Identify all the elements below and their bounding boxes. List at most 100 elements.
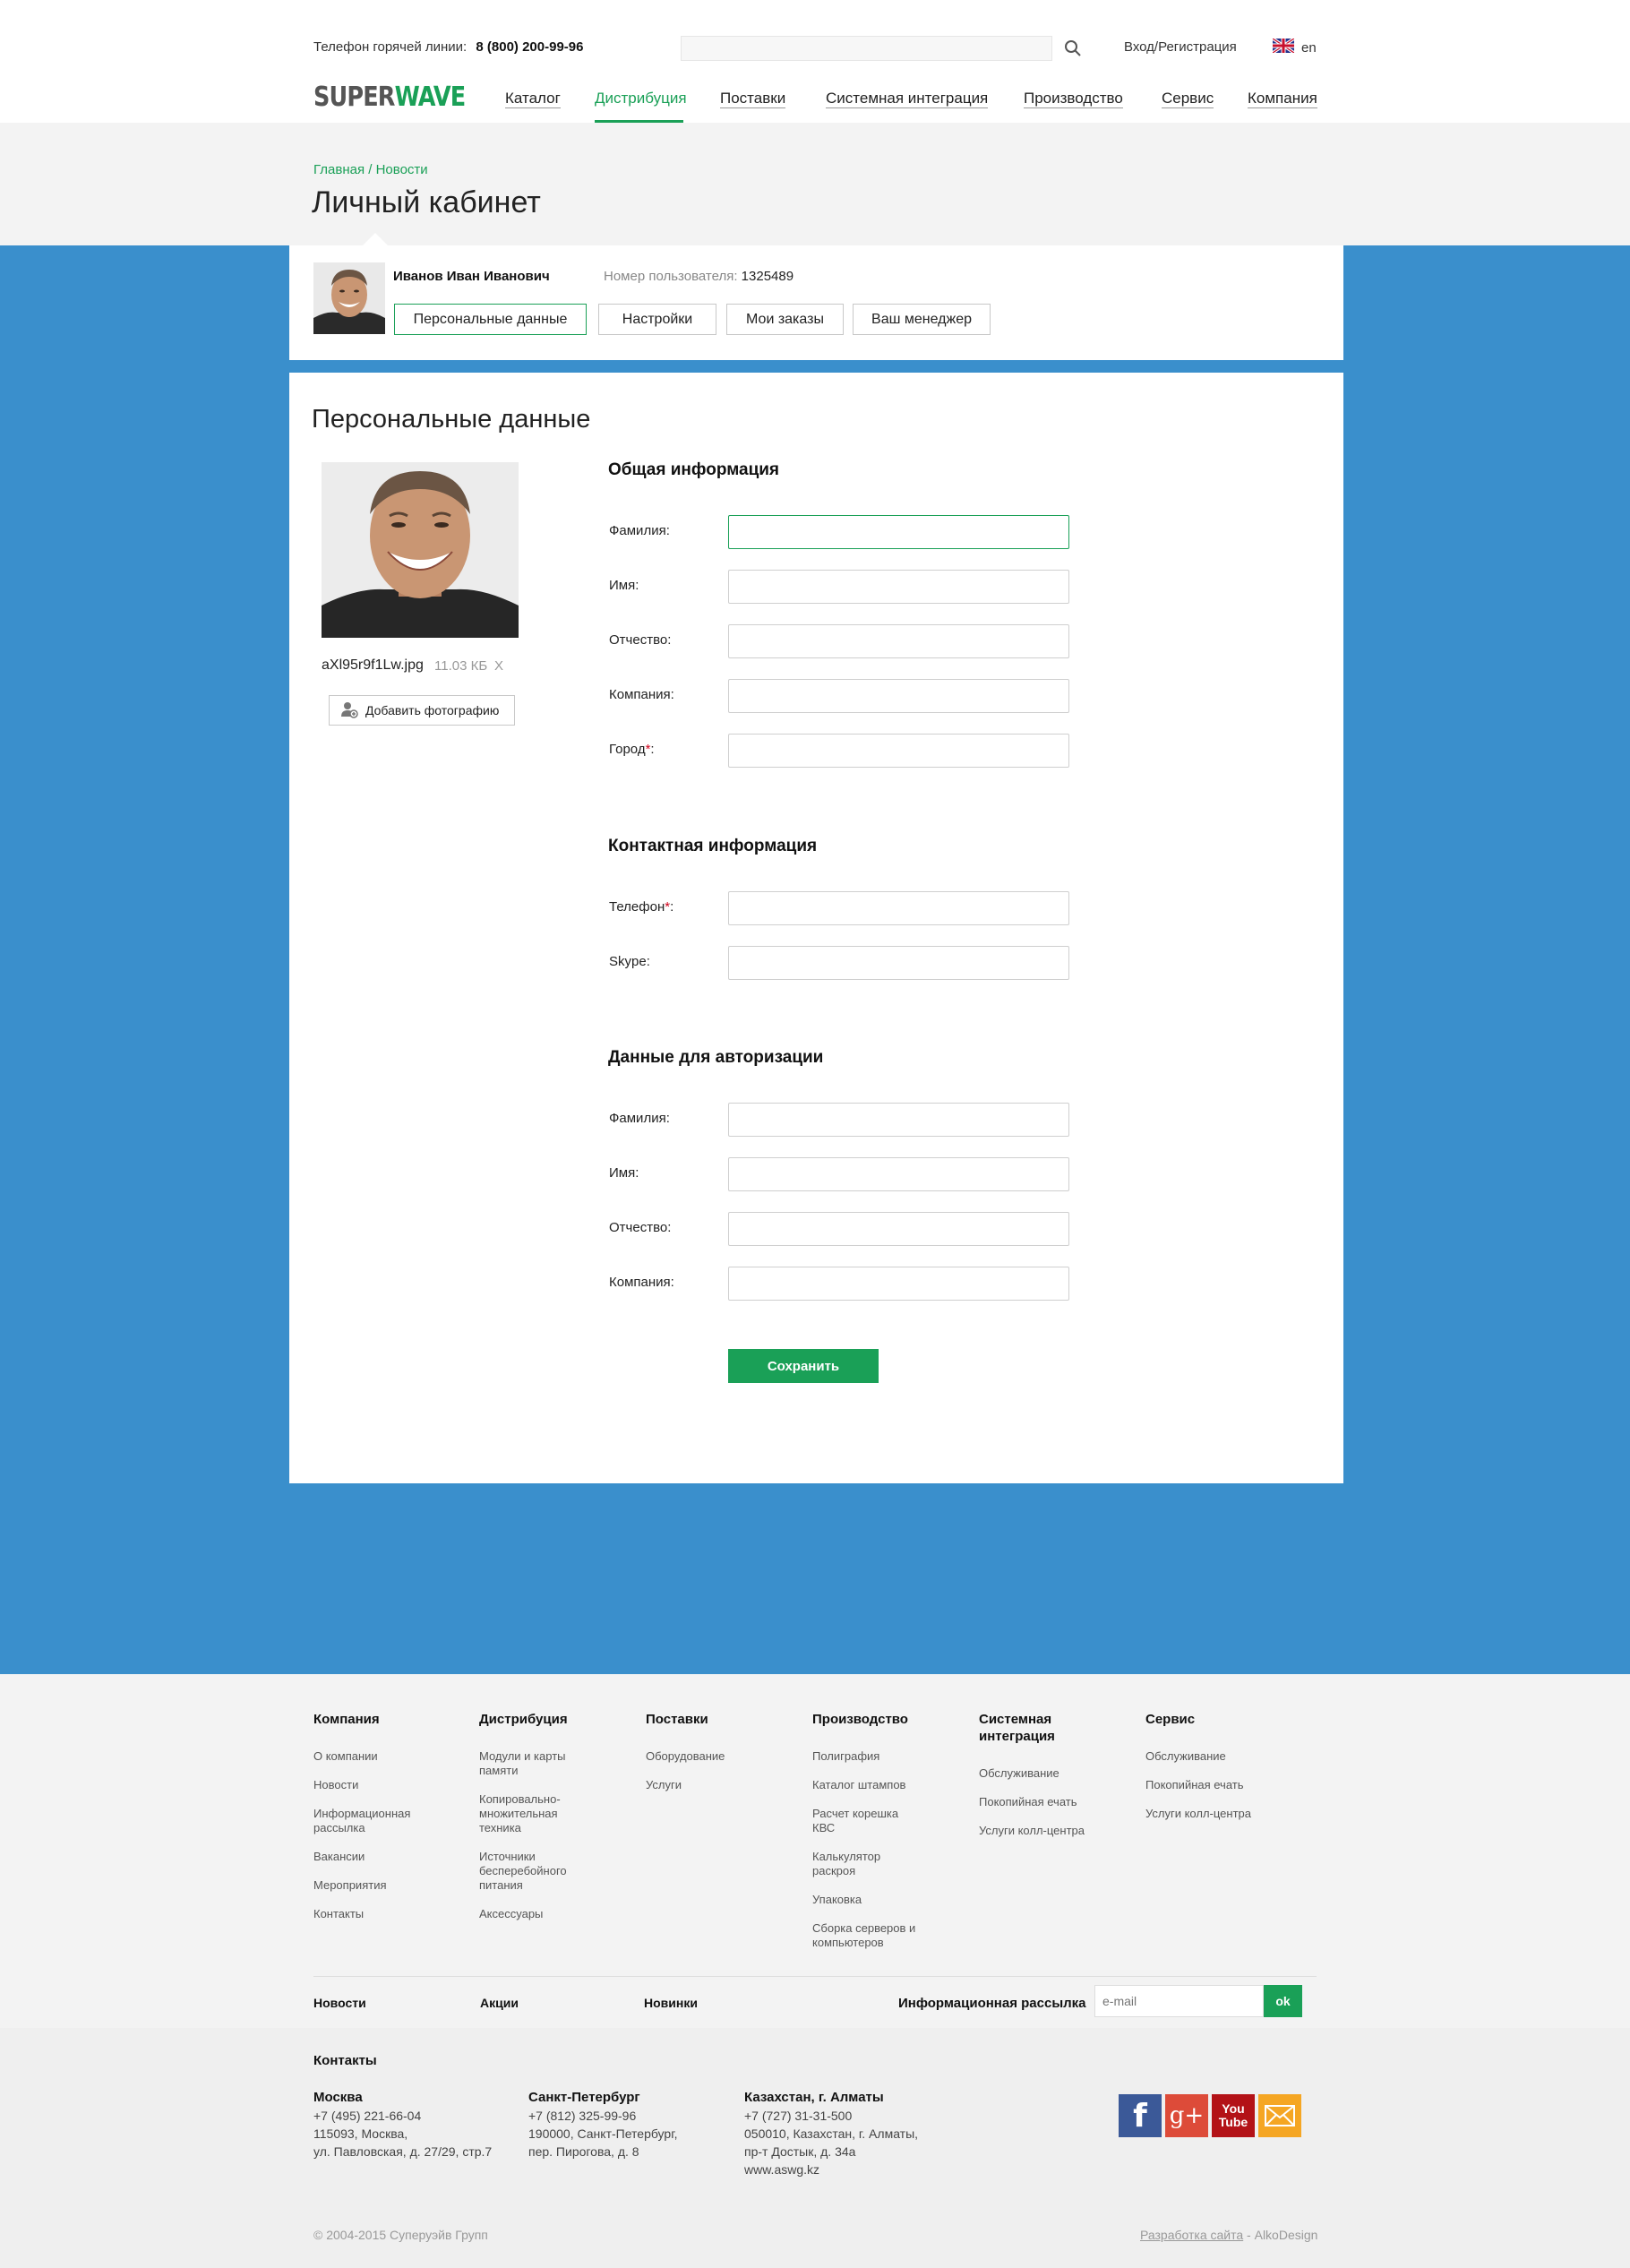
save-button[interactable]: Сохранить [728, 1349, 879, 1383]
mail-icon[interactable] [1258, 2094, 1301, 2137]
photo-file-name: aXl95r9f1Lw.jpg [322, 657, 424, 673]
company-input[interactable] [728, 679, 1069, 713]
facebook-icon[interactable]: f [1119, 2094, 1162, 2137]
tab-settings[interactable]: Настройки [598, 304, 716, 335]
google-plus-icon[interactable]: g+ [1165, 2094, 1208, 2137]
label-colon: : [670, 899, 674, 915]
footer-promotions-link[interactable]: Акции [480, 1996, 519, 2010]
footer-link[interactable]: Покопийная ечать [979, 1795, 1131, 1809]
youtube-icon[interactable]: You Tube [1212, 2094, 1255, 2137]
language-switch[interactable]: en [1272, 37, 1317, 56]
footer-column-title: Системная интеграция [979, 1712, 1055, 1744]
nav-item-system-integration[interactable]: Системная интеграция [826, 90, 989, 108]
tab-my-orders[interactable]: Мои заказы [726, 304, 844, 335]
login-register-link[interactable]: Вход/Регистрация [1124, 39, 1237, 55]
footer-new-items-link[interactable]: Новинки [644, 1996, 698, 2010]
contact-almaty: Казахстан, г. Алматы +7 (727) 31-31-500 … [744, 2089, 950, 2178]
contact-line: +7 (812) 325-99-96 [528, 2109, 637, 2123]
nav-item-supplies[interactable]: Поставки [720, 90, 786, 108]
patronymic-input[interactable] [728, 624, 1069, 658]
nav-item-production[interactable]: Производство [1024, 90, 1123, 108]
main-nav: Каталог Дистрибуция Поставки Системная и… [0, 90, 1630, 123]
footer-link[interactable]: Источники бесперебойного питания [479, 1850, 578, 1893]
footer-link[interactable]: Копировально-множительная техника [479, 1792, 569, 1835]
auth-patronymic-input[interactable] [728, 1212, 1069, 1246]
footer-link[interactable]: Полиграфия [812, 1749, 965, 1764]
nav-item-distribution[interactable]: Дистрибуция [595, 90, 687, 107]
tab-your-manager[interactable]: Ваш менеджер [853, 304, 991, 335]
phone-input[interactable] [728, 891, 1069, 925]
footer-link[interactable]: Упаковка [812, 1893, 965, 1907]
footer-column-title: Поставки [646, 1712, 708, 1727]
footer-column-title: Сервис [1145, 1712, 1196, 1727]
newsletter-label: Информационная рассылка [898, 1996, 1086, 2011]
city-input[interactable] [728, 734, 1069, 768]
profile-photo [322, 462, 519, 638]
auth-company-input[interactable] [728, 1267, 1069, 1301]
footer-link[interactable]: Мероприятия [313, 1878, 466, 1893]
footer-link[interactable]: Оборудование [646, 1749, 798, 1764]
footer-column-supplies: Поставки Оборудование Услуги [646, 1711, 798, 1807]
section-title: Персональные данные [312, 405, 591, 434]
newsletter-ok-button[interactable]: ok [1264, 1985, 1302, 2017]
user-number: Номер пользователя: 1325489 [604, 269, 794, 284]
nav-item-catalog[interactable]: Каталог [505, 90, 561, 108]
footer-link[interactable]: Услуги [646, 1778, 798, 1792]
footer-link[interactable]: Каталог штампов [812, 1778, 965, 1792]
photo-remove-button[interactable]: X [494, 658, 503, 674]
youtube-glyph-top: You [1222, 2101, 1245, 2116]
footer-link[interactable]: Обслуживание [1145, 1749, 1298, 1764]
footer-column-service: Сервис Обслуживание Покопийная ечать Усл… [1145, 1711, 1298, 1835]
developer-link[interactable]: Разработка сайта [1140, 2228, 1243, 2242]
footer-link[interactable]: Расчет корешка КВС [812, 1807, 911, 1835]
breadcrumb[interactable]: Главная / Новости [313, 162, 428, 177]
footer-link[interactable]: Покопийная ечать [1145, 1778, 1298, 1792]
contact-line: пер. Пирогова, д. 8 [528, 2144, 639, 2159]
contact-website-link[interactable]: www.aswg.kz [744, 2162, 819, 2177]
label-skype: Skype: [609, 954, 650, 969]
contact-line: 190000, Санкт-Петербург, [528, 2126, 678, 2141]
photo-file-size: 11.03 КБ [434, 658, 488, 674]
footer-link[interactable]: Модули и карты памяти [479, 1749, 578, 1778]
label-auth-last-name: Фамилия: [609, 1111, 670, 1126]
footer-column-title: Дистрибуция [479, 1712, 568, 1727]
page-title: Личный кабинет [312, 185, 541, 219]
footer-link[interactable]: Контакты [313, 1907, 466, 1921]
footer-link[interactable]: Услуги колл-центра [979, 1824, 1131, 1838]
nav-item-service[interactable]: Сервис [1162, 90, 1214, 108]
footer-link[interactable]: Обслуживание [979, 1766, 1131, 1781]
add-user-icon [340, 700, 358, 721]
search-icon[interactable] [1062, 38, 1084, 59]
search-input[interactable] [681, 36, 1052, 61]
hotline-label: Телефон горячей линии: [313, 39, 468, 55]
tab-personal-data[interactable]: Персональные данные [394, 304, 587, 335]
footer-link[interactable]: Калькулятор раскроя [812, 1850, 893, 1878]
label-auth-first-name: Имя: [609, 1165, 639, 1181]
avatar [313, 262, 385, 334]
nav-item-company[interactable]: Компания [1248, 90, 1317, 108]
developer-name: - AlkoDesign [1243, 2228, 1318, 2242]
footer-column-title: Производство [812, 1712, 908, 1727]
hotline-phone[interactable]: 8 (800) 200-99-96 [476, 39, 583, 55]
auth-last-name-input[interactable] [728, 1103, 1069, 1137]
footer-link[interactable]: Аксессуары [479, 1907, 631, 1921]
footer-column-production: Производство Полиграфия Каталог штампов … [812, 1711, 965, 1964]
footer-link[interactable]: Информационная рассылка [313, 1807, 421, 1835]
footer-link[interactable]: Вакансии [313, 1850, 466, 1864]
skype-input[interactable] [728, 946, 1069, 980]
footer-divider [313, 1976, 1317, 1977]
first-name-input[interactable] [728, 570, 1069, 604]
newsletter-email-input[interactable] [1094, 1985, 1264, 2017]
footer-link[interactable]: Сборка серверов и компьютеров [812, 1921, 929, 1950]
footer-link[interactable]: Услуги колл-центра [1145, 1807, 1298, 1821]
label-phone: Телефон*: [609, 899, 673, 915]
group-title-general: Общая информация [608, 460, 780, 479]
footer-link[interactable]: О компании [313, 1749, 466, 1764]
copyright: © 2004-2015 Суперуэйв Групп [313, 2228, 488, 2242]
last-name-input[interactable] [728, 515, 1069, 549]
footer-link[interactable]: Новости [313, 1778, 466, 1792]
add-photo-button[interactable]: Добавить фотографию [329, 695, 515, 726]
profile-bar [289, 245, 1343, 360]
auth-first-name-input[interactable] [728, 1157, 1069, 1191]
footer-news-link[interactable]: Новости [313, 1996, 366, 2010]
